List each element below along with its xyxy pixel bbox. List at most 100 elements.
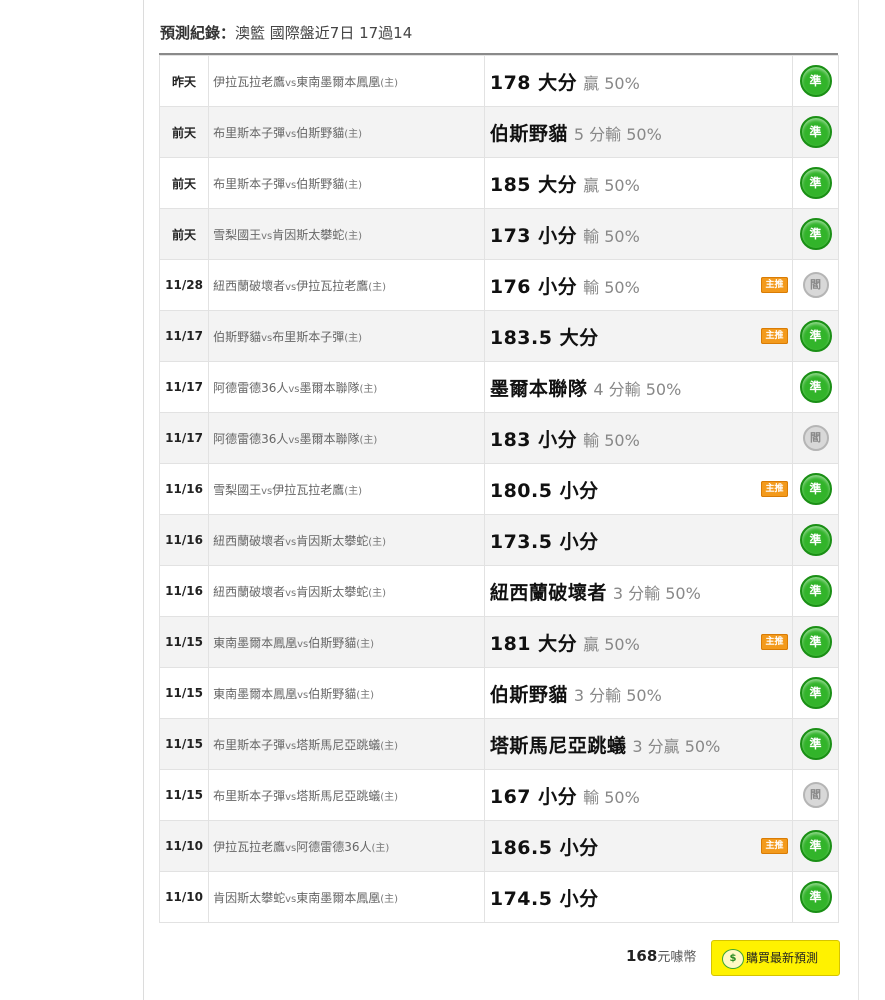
record-date: 前天 — [158, 106, 210, 158]
home-team: 伯斯野貓 — [296, 176, 345, 191]
record-status: 準 — [792, 361, 839, 413]
record-match: 阿德雷德36人vs墨爾本聯隊(主) — [208, 412, 485, 464]
featured-pick-badge: 主推 — [761, 277, 789, 293]
away-team: 肯因斯太攀蛇 — [213, 890, 286, 905]
pick-value: 185 大分 — [489, 173, 578, 196]
away-team: 布里斯本子彈 — [213, 737, 286, 752]
price-display: 168元噱幣 — [626, 946, 696, 965]
featured-pick-badge: 主推 — [761, 634, 789, 650]
record-status: 準 — [792, 718, 839, 770]
home-team: 肯因斯太攀蛇 — [296, 584, 369, 599]
record-pick: 墨爾本聯隊 4 分輸 50% — [483, 361, 794, 413]
away-team: 布里斯本子彈 — [213, 176, 286, 191]
correct-status-icon: 準 — [799, 473, 832, 505]
correct-status-icon: 準 — [799, 677, 832, 709]
record-match: 紐西蘭破壞者vs肯因斯太攀蛇(主) — [208, 565, 485, 617]
record-row: 前天 布里斯本子彈vs伯斯野貓(主) 伯斯野貓 5 分輸 50% 準 — [158, 106, 839, 158]
correct-status-icon: 準 — [799, 65, 832, 97]
record-pick: 紐西蘭破壞者 3 分輸 50% — [483, 565, 794, 617]
record-row: 11/15 東南墨爾本鳳凰vs伯斯野貓(主) 181 大分贏 50% 主推準 — [158, 616, 839, 668]
record-status: 閻 — [792, 769, 839, 821]
correct-status-icon: 準 — [799, 116, 832, 148]
record-match: 伊拉瓦拉老鷹vs阿德雷德36人(主) — [208, 820, 485, 872]
record-match: 阿德雷德36人vs墨爾本聯隊(主) — [208, 361, 485, 413]
home-team: 塔斯馬尼亞跳蟻 — [296, 737, 381, 752]
record-date: 11/16 — [158, 565, 210, 617]
buy-latest-prediction-button[interactable]: $ 購買最新預測 — [711, 940, 840, 976]
record-match: 東南墨爾本鳳凰vs伯斯野貓(主) — [208, 667, 485, 719]
record-pick: 塔斯馬尼亞跳蟻 3 分贏 50% — [483, 718, 794, 770]
pick-value: 186.5 小分 — [489, 836, 599, 859]
featured-pick-badge: 主推 — [761, 328, 789, 344]
record-date: 11/15 — [158, 667, 210, 719]
record-date: 11/16 — [158, 514, 210, 566]
record-pick: 174.5 小分 — [483, 871, 794, 923]
away-team: 伯斯野貓 — [213, 329, 262, 344]
record-pick: 181 大分贏 50% 主推 — [483, 616, 794, 668]
vs-label: vs — [285, 77, 297, 89]
price-unit: 元噱幣 — [657, 950, 697, 965]
pick-result: 輸 50% — [583, 787, 640, 807]
record-row: 11/16 紐西蘭破壞者vs肯因斯太攀蛇(主) 紐西蘭破壞者 3 分輸 50% 準 — [158, 565, 839, 617]
pick-result: 贏 50% — [583, 175, 640, 195]
push-status-icon: 閻 — [802, 272, 829, 298]
home-mark: (主) — [380, 77, 399, 89]
record-row: 11/16 紐西蘭破壞者vs肯因斯太攀蛇(主) 173.5 小分準 — [158, 514, 839, 566]
record-match: 布里斯本子彈vs塔斯馬尼亞跳蟻(主) — [208, 718, 485, 770]
pick-result: 輸 50% — [583, 277, 640, 297]
record-pick: 180.5 小分 主推 — [483, 463, 794, 515]
home-mark: (主) — [368, 536, 387, 548]
home-mark: (主) — [371, 842, 390, 854]
correct-status-icon: 準 — [799, 728, 832, 760]
push-status-icon: 閻 — [802, 425, 829, 451]
vs-label: vs — [288, 383, 300, 395]
record-date: 11/17 — [158, 310, 210, 362]
home-team: 伯斯野貓 — [296, 125, 345, 140]
home-mark: (主) — [359, 383, 378, 395]
record-match: 肯因斯太攀蛇vs東南墨爾本鳳凰(主) — [208, 871, 485, 923]
record-date: 11/16 — [158, 463, 210, 515]
correct-status-icon: 準 — [799, 167, 832, 199]
buy-button-label: 購買最新預測 — [746, 951, 819, 965]
record-date: 11/10 — [158, 820, 210, 872]
away-team: 紐西蘭破壞者 — [213, 533, 286, 548]
pick-value: 伯斯野貓 — [489, 122, 568, 145]
home-team: 阿德雷德36人 — [296, 839, 372, 854]
pick-result: 輸 50% — [583, 430, 640, 450]
correct-status-icon: 準 — [799, 371, 832, 403]
prediction-records-table: 昨天 伊拉瓦拉老鷹vs東南墨爾本鳳凰(主) 178 大分贏 50% 準前天 布里斯本子彈… — [158, 55, 839, 923]
away-team: 布里斯本子彈 — [213, 125, 286, 140]
record-match: 雪梨國王vs肯因斯太攀蛇(主) — [208, 208, 485, 260]
away-team: 紐西蘭破壞者 — [213, 278, 286, 293]
record-date: 昨天 — [158, 55, 210, 107]
vs-label: vs — [285, 893, 297, 905]
home-mark: (主) — [344, 485, 363, 497]
pick-value: 178 大分 — [489, 71, 578, 94]
home-mark: (主) — [344, 179, 363, 191]
home-mark: (主) — [356, 638, 375, 650]
correct-status-icon: 準 — [799, 881, 832, 913]
vs-label: vs — [288, 434, 300, 446]
record-pick: 伯斯野貓 3 分輸 50% — [483, 667, 794, 719]
home-team: 伯斯野貓 — [308, 686, 357, 701]
record-pick: 167 小分輸 50% — [483, 769, 794, 821]
pick-value: 167 小分 — [489, 785, 578, 808]
correct-status-icon: 準 — [799, 524, 832, 556]
record-match: 伊拉瓦拉老鷹vs東南墨爾本鳳凰(主) — [208, 55, 485, 107]
record-row: 11/10 伊拉瓦拉老鷹vs阿德雷德36人(主) 186.5 小分 主推準 — [158, 820, 839, 872]
pick-value: 伯斯野貓 — [489, 683, 568, 706]
record-status: 準 — [792, 820, 839, 872]
away-team: 布里斯本子彈 — [213, 788, 286, 803]
record-status: 準 — [792, 667, 839, 719]
vs-label: vs — [285, 128, 297, 140]
record-match: 布里斯本子彈vs伯斯野貓(主) — [208, 157, 485, 209]
featured-pick-badge: 主推 — [761, 838, 789, 854]
correct-status-icon: 準 — [799, 320, 832, 352]
correct-status-icon: 準 — [799, 626, 832, 658]
record-status: 準 — [792, 871, 839, 923]
record-date: 11/15 — [158, 718, 210, 770]
record-row: 11/10 肯因斯太攀蛇vs東南墨爾本鳳凰(主) 174.5 小分準 — [158, 871, 839, 923]
record-date: 前天 — [158, 157, 210, 209]
away-team: 紐西蘭破壞者 — [213, 584, 286, 599]
pick-value: 墨爾本聯隊 — [489, 377, 588, 400]
